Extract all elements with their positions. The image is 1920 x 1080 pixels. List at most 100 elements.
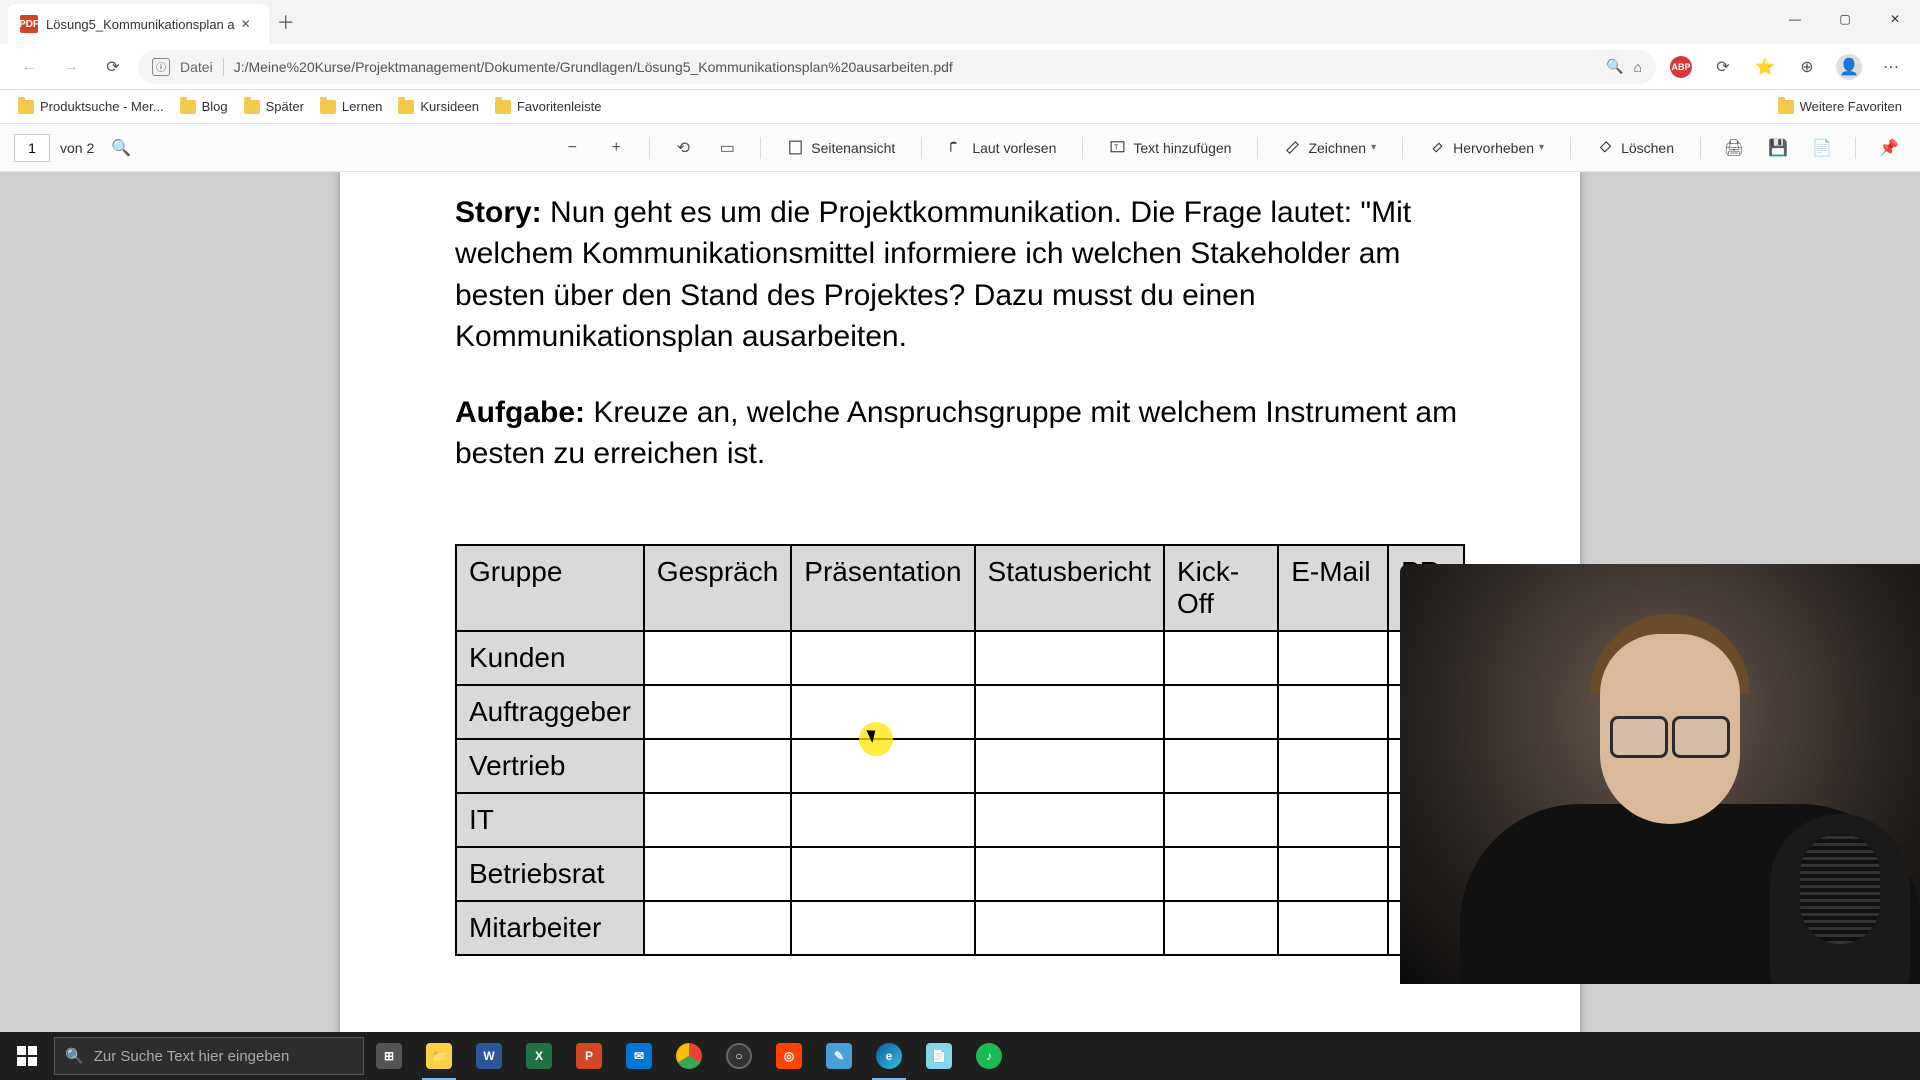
highlight-button[interactable]: Hervorheben▾ — [1419, 133, 1554, 162]
nav-back-button[interactable]: ← — [12, 50, 46, 84]
page-view-button[interactable]: Seitenansicht — [777, 133, 905, 162]
story-label: Story: — [455, 196, 542, 229]
tab-title: Lösung5_Kommunikationsplan a — [46, 17, 235, 32]
folder-icon — [18, 100, 34, 114]
search-placeholder: Zur Suche Text hier eingeben — [94, 1048, 290, 1065]
erase-button[interactable]: Löschen — [1587, 133, 1684, 162]
bookmark-item[interactable]: Später — [236, 95, 312, 118]
taskbar-app-obs[interactable]: ○ — [714, 1032, 764, 1080]
address-bar[interactable]: ⓘ Datei J:/Meine%20Kurse/Projektmanageme… — [138, 50, 1656, 84]
taskbar-search[interactable]: 🔍 Zur Suche Text hier eingeben — [54, 1037, 364, 1075]
page-count-label: von 2 — [60, 140, 94, 156]
row-header: Vertrieb — [456, 739, 644, 793]
table-row: Auftraggeber — [456, 685, 1464, 739]
save-icon[interactable]: 💾 — [1761, 131, 1795, 165]
folder-icon — [1778, 100, 1794, 114]
taskbar-app-notepad[interactable]: 📄 — [914, 1032, 964, 1080]
bookmark-item[interactable]: Blog — [172, 95, 236, 118]
fit-page-icon[interactable]: ▭ — [710, 131, 744, 165]
folder-icon — [180, 100, 196, 114]
story-text: Nun geht es um die Projektkommunikation.… — [455, 196, 1411, 353]
bookmark-item[interactable]: Kursideen — [390, 95, 487, 118]
window-titlebar: PDF Lösung5_Kommunikationsplan a ✕ ＋ ― ▢… — [0, 0, 1920, 44]
adblock-icon[interactable]: ABP — [1664, 50, 1698, 84]
nav-refresh-button[interactable]: ⟳ — [96, 50, 130, 84]
zoom-out-button[interactable]: − — [555, 131, 589, 165]
menu-icon[interactable]: ⋯ — [1874, 50, 1908, 84]
browser-tab[interactable]: PDF Lösung5_Kommunikationsplan a ✕ — [8, 4, 269, 44]
nav-forward-button[interactable]: → — [54, 50, 88, 84]
kommunikationsplan-table: Gruppe Gespräch Präsentation Statusberic… — [455, 544, 1465, 956]
row-header: Kunden — [456, 631, 644, 685]
taskbar-app-edge[interactable]: e — [864, 1032, 914, 1080]
draw-icon — [1284, 139, 1301, 156]
profile-avatar[interactable]: 👤 — [1832, 50, 1866, 84]
bookmark-item[interactable]: Lernen — [312, 95, 390, 118]
chevron-down-icon: ▾ — [1371, 142, 1376, 153]
erase-icon — [1597, 139, 1614, 156]
story-paragraph: Story: Nun geht es um die Projektkommuni… — [455, 192, 1465, 358]
taskbar-app-chrome[interactable] — [664, 1032, 714, 1080]
table-header: Gruppe — [456, 545, 644, 631]
read-aloud-button[interactable]: Laut vorlesen — [938, 133, 1066, 162]
folder-icon — [398, 100, 414, 114]
tab-close-button[interactable]: ✕ — [235, 17, 257, 31]
rotate-icon[interactable]: ⟲ — [666, 131, 700, 165]
print-icon[interactable]: 🖨 — [1717, 131, 1751, 165]
table-header: Statusbericht — [975, 545, 1164, 631]
page-view-icon — [787, 139, 804, 156]
browser-toolbar: ← → ⟳ ⓘ Datei J:/Meine%20Kurse/Projektma… — [0, 44, 1920, 90]
window-maximize-button[interactable]: ▢ — [1820, 0, 1870, 38]
svg-text:T: T — [1114, 144, 1119, 152]
folder-icon — [244, 100, 260, 114]
pdf-file-icon: PDF — [20, 15, 38, 33]
new-tab-button[interactable]: ＋ — [269, 5, 303, 39]
pin-toolbar-icon[interactable]: 📌 — [1872, 131, 1906, 165]
taskbar-app-excel[interactable]: X — [514, 1032, 564, 1080]
start-button[interactable] — [4, 1032, 50, 1080]
url-divider — [223, 58, 224, 76]
chevron-down-icon: ▾ — [1539, 142, 1544, 153]
table-row: Vertrieb — [456, 739, 1464, 793]
aufgabe-label: Aufgabe: — [455, 396, 585, 429]
row-header: IT — [456, 793, 644, 847]
find-icon[interactable]: 🔍 — [104, 131, 138, 165]
table-header: Präsentation — [791, 545, 974, 631]
highlight-icon — [1429, 139, 1446, 156]
sync-icon[interactable]: ⟳ — [1706, 50, 1740, 84]
draw-button[interactable]: Zeichnen▾ — [1274, 133, 1386, 162]
site-info-icon[interactable]: ⓘ — [152, 58, 170, 76]
taskbar-app-spotify[interactable]: ♪ — [964, 1032, 1014, 1080]
window-close-button[interactable]: ✕ — [1870, 0, 1920, 38]
collections-icon[interactable]: ⊕ — [1790, 50, 1824, 84]
add-text-icon: T — [1109, 139, 1126, 156]
zoom-in-button[interactable]: + — [599, 131, 633, 165]
save-as-icon[interactable]: 📄 — [1805, 131, 1839, 165]
taskbar-app-streamlabs[interactable]: ◎ — [764, 1032, 814, 1080]
window-minimize-button[interactable]: ― — [1770, 0, 1820, 38]
bookmark-overflow[interactable]: Weitere Favoriten — [1770, 95, 1910, 118]
task-view-button[interactable]: ⊞ — [364, 1032, 414, 1080]
favorites-icon[interactable]: ⭐ — [1748, 50, 1782, 84]
folder-icon — [320, 100, 336, 114]
zoom-icon[interactable]: 🔍 — [1606, 58, 1623, 75]
taskbar-app-explorer[interactable]: 📁 — [414, 1032, 464, 1080]
taskbar-app-powerpoint[interactable]: P — [564, 1032, 614, 1080]
aufgabe-text: Kreuze an, welche Anspruchsgruppe mit we… — [455, 396, 1457, 470]
page-number-input[interactable] — [14, 134, 50, 162]
table-row: Mitarbeiter — [456, 901, 1464, 955]
row-header: Auftraggeber — [456, 685, 644, 739]
read-aloud-icon — [948, 139, 965, 156]
bookmark-item[interactable]: Produktsuche - Mer... — [10, 95, 172, 118]
taskbar-app-notes[interactable]: ✎ — [814, 1032, 864, 1080]
bookmark-item[interactable]: Favoritenleiste — [487, 95, 610, 118]
taskbar-app-mail[interactable]: ✉ — [614, 1032, 664, 1080]
table-row: IT — [456, 793, 1464, 847]
add-text-button[interactable]: TText hinzufügen — [1099, 133, 1241, 162]
reader-icon[interactable]: ⌂ — [1634, 59, 1642, 75]
table-row: Betriebsrat — [456, 847, 1464, 901]
pdf-page: Story: Nun geht es um die Projektkommuni… — [340, 172, 1580, 1032]
pdf-viewport[interactable]: Story: Nun geht es um die Projektkommuni… — [0, 172, 1920, 1032]
taskbar-app-word[interactable]: W — [464, 1032, 514, 1080]
table-header: Kick-Off — [1164, 545, 1278, 631]
